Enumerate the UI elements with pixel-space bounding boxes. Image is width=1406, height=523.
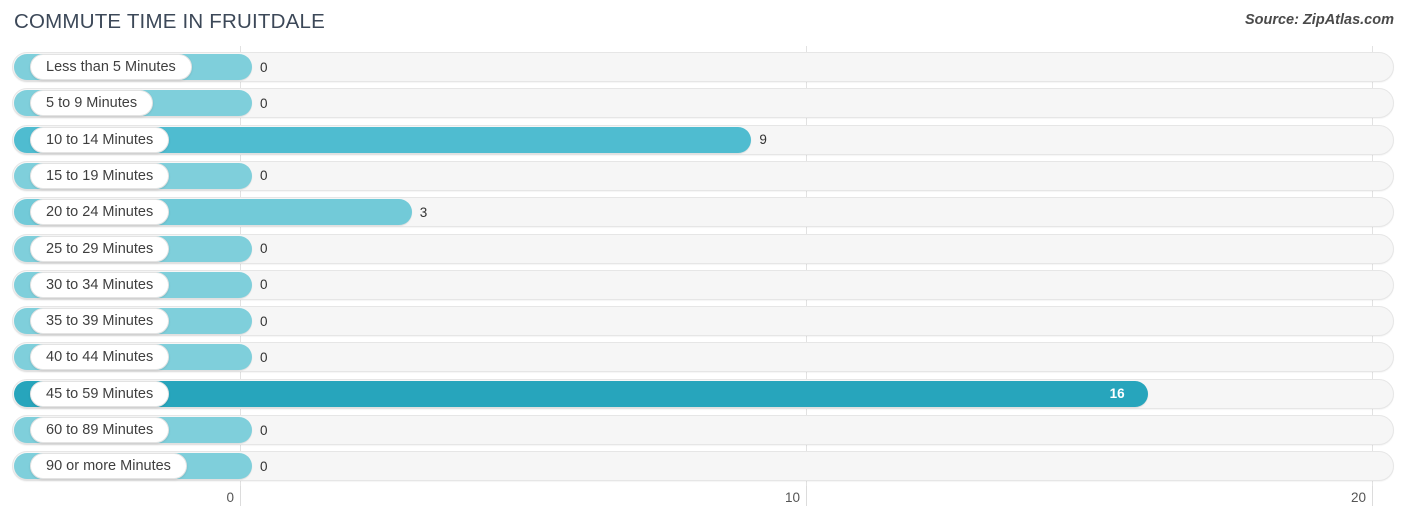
- value-label: 3: [419, 204, 428, 220]
- bar-row: 30 to 34 Minutes 0: [12, 269, 1394, 300]
- bar-row: 15 to 19 Minutes 0: [12, 160, 1394, 191]
- axis-tick-mark: [1372, 486, 1373, 506]
- category-label: 30 to 34 Minutes: [46, 276, 154, 293]
- bar-row: 90 or more Minutes 0: [12, 451, 1394, 482]
- category-label-pill: 35 to 39 Minutes: [30, 308, 170, 335]
- category-label-pill: 60 to 89 Minutes: [30, 417, 170, 443]
- category-label-pill: 15 to 19 Minutes: [30, 162, 170, 189]
- chart-header: COMMUTE TIME IN FRUITDALE Source: ZipAtl…: [0, 0, 1406, 46]
- axis-tick-label: 10: [784, 490, 800, 505]
- value-label: 0: [260, 59, 268, 75]
- category-label: 25 to 29 Minutes: [46, 240, 154, 257]
- axis-tick-label: 0: [226, 490, 234, 505]
- value-label: 0: [260, 349, 268, 365]
- axis-tick-mark: [806, 486, 807, 506]
- bar-row: 35 to 39 Minutes 0: [12, 306, 1394, 337]
- bar-row: 20 to 24 Minutes 3: [12, 197, 1394, 228]
- bar-rows: Less than 5 Minutes 0 5 to 9 Minutes 0 10 to…: [0, 46, 1406, 486]
- value-bar: [14, 380, 1148, 407]
- chart-plot-area: Less than 5 Minutes 0 5 to 9 Minutes 0 10 to…: [0, 46, 1406, 486]
- category-label: 45 to 59 Minutes: [46, 385, 154, 402]
- category-label-pill: 20 to 24 Minutes: [30, 199, 170, 226]
- page-title: COMMUTE TIME IN FRUITDALE: [14, 10, 325, 33]
- bar-row: 25 to 29 Minutes 0: [12, 233, 1394, 264]
- category-label-pill: 40 to 44 Minutes: [30, 344, 170, 371]
- value-label: 0: [260, 241, 268, 256]
- category-label: 20 to 24 Minutes: [46, 204, 154, 221]
- bar-row: 10 to 14 Minutes 9: [12, 124, 1394, 155]
- bar-row: Less than 5 Minutes 0: [12, 52, 1394, 82]
- category-label-pill: 10 to 14 Minutes: [30, 126, 170, 153]
- category-label: 5 to 9 Minutes: [46, 95, 138, 112]
- value-label: 0: [260, 458, 268, 474]
- bar-row: 60 to 89 Minutes 0: [12, 415, 1394, 445]
- source-attribution: Source: ZipAtlas.com: [1244, 12, 1394, 28]
- axis-tick-label: 20: [1350, 490, 1366, 505]
- bar-row: 45 to 59 Minutes 16: [12, 378, 1394, 409]
- category-label: 10 to 14 Minutes: [46, 131, 154, 148]
- bar-row: 5 to 9 Minutes 0: [12, 88, 1394, 119]
- value-label: 0: [260, 95, 268, 111]
- value-label: 16: [1109, 386, 1125, 402]
- value-label: 0: [260, 313, 268, 329]
- category-label-pill: 45 to 59 Minutes: [30, 380, 170, 407]
- category-label: 90 or more Minutes: [46, 458, 171, 475]
- value-label: 0: [260, 168, 268, 184]
- category-label: Less than 5 Minutes: [46, 59, 176, 75]
- value-label: 0: [260, 277, 268, 293]
- axis-tick-mark: [240, 486, 241, 506]
- value-label: 9: [759, 132, 767, 148]
- value-label: 0: [260, 422, 268, 438]
- category-label-pill: 5 to 9 Minutes: [30, 90, 154, 117]
- category-label: 15 to 19 Minutes: [46, 167, 154, 184]
- category-label-pill: Less than 5 Minutes: [30, 54, 192, 80]
- category-label-pill: 90 or more Minutes: [30, 453, 187, 480]
- category-label: 60 to 89 Minutes: [46, 422, 154, 438]
- category-label-pill: 30 to 34 Minutes: [30, 271, 170, 298]
- category-label: 35 to 39 Minutes: [46, 313, 154, 330]
- category-label-pill: 25 to 29 Minutes: [30, 235, 170, 262]
- category-label: 40 to 44 Minutes: [46, 349, 154, 366]
- x-axis: 0 10 20: [0, 486, 1406, 523]
- bar-row: 40 to 44 Minutes 0: [12, 342, 1394, 373]
